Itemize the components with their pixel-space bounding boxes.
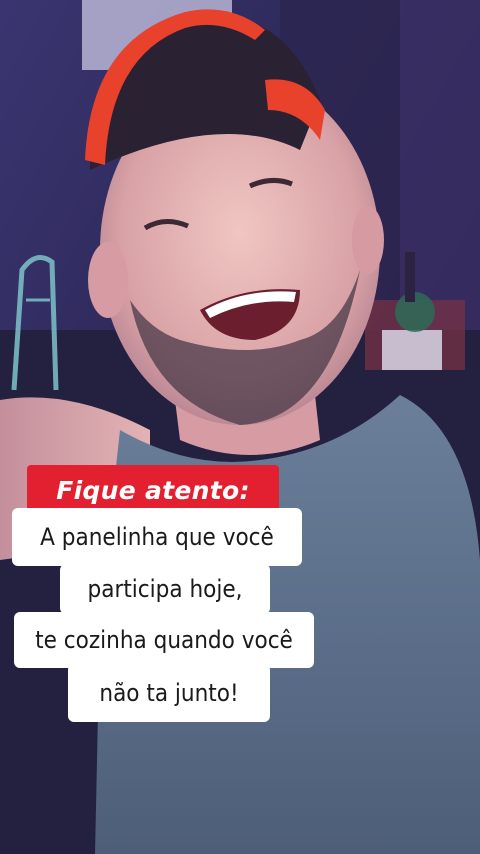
ear-right bbox=[352, 206, 384, 274]
caption-line: participa hoje, bbox=[60, 564, 270, 614]
caption-line: não ta junto! bbox=[68, 664, 270, 722]
background-photo bbox=[0, 0, 480, 854]
caption-line: te cozinha quando você bbox=[14, 612, 314, 668]
ear-left bbox=[88, 242, 128, 318]
caption-line: A panelinha que você bbox=[12, 508, 302, 566]
